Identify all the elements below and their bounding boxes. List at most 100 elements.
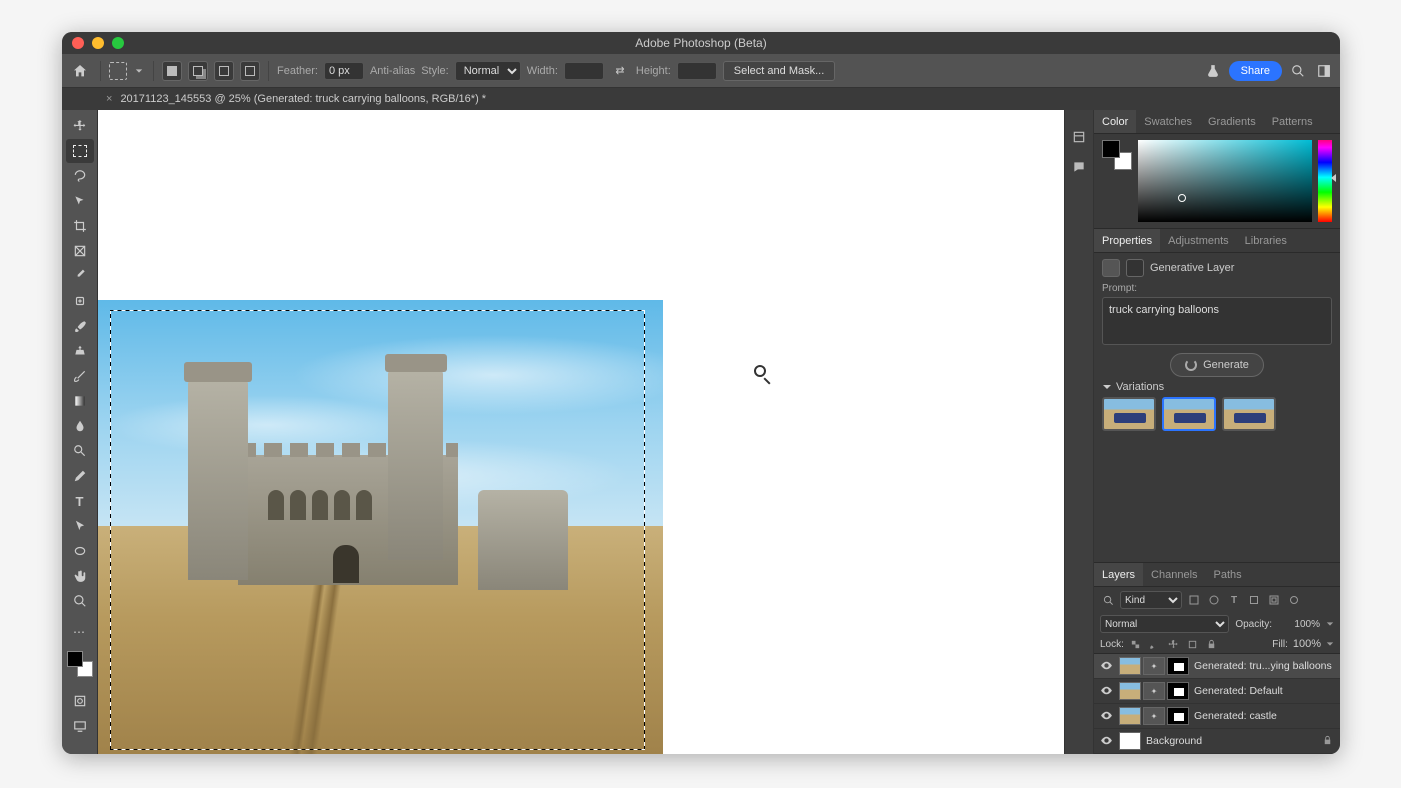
document-tabs: × 20171123_145553 @ 25% (Generated: truc… <box>62 88 1340 110</box>
layer-row[interactable]: ✦Generated: tru...ying balloons <box>1094 654 1340 679</box>
filter-smart-icon[interactable] <box>1266 592 1282 608</box>
foreground-background-colors[interactable] <box>67 651 93 677</box>
tab-patterns[interactable]: Patterns <box>1264 110 1321 133</box>
document-tab[interactable]: × 20171123_145553 @ 25% (Generated: truc… <box>96 93 496 105</box>
tool-preset-icon[interactable] <box>109 62 127 80</box>
filter-toggle[interactable] <box>1286 592 1302 608</box>
frame-tool[interactable] <box>66 239 94 263</box>
select-and-mask-button[interactable]: Select and Mask... <box>723 61 836 81</box>
brush-tool[interactable] <box>66 314 94 338</box>
lock-image-icon[interactable] <box>1148 637 1162 651</box>
quick-mask-toggle[interactable] <box>66 689 94 713</box>
tab-libraries[interactable]: Libraries <box>1237 229 1295 252</box>
history-brush-tool[interactable] <box>66 364 94 388</box>
filter-shape-icon[interactable] <box>1246 592 1262 608</box>
layer-row[interactable]: ✦Generated: castle <box>1094 704 1340 729</box>
filter-type-icon[interactable]: T <box>1226 592 1242 608</box>
fill-value[interactable]: 100% <box>1293 638 1321 650</box>
generate-label: Generate <box>1203 359 1249 371</box>
pen-tool[interactable] <box>66 464 94 488</box>
chevron-down-icon[interactable] <box>1326 620 1334 628</box>
filter-adjustment-icon[interactable] <box>1206 592 1222 608</box>
search-icon[interactable] <box>1100 592 1116 608</box>
shape-tool[interactable] <box>66 539 94 563</box>
variation-thumb[interactable] <box>1222 397 1276 431</box>
lock-artboard-icon[interactable] <box>1186 637 1200 651</box>
width-input <box>564 62 604 80</box>
marquee-tool[interactable] <box>66 139 94 163</box>
healing-brush-tool[interactable] <box>66 289 94 313</box>
height-input <box>677 62 717 80</box>
color-swatch-toggle[interactable] <box>1102 140 1132 170</box>
generate-button[interactable]: Generate <box>1170 353 1264 377</box>
zoom-tool[interactable] <box>66 589 94 613</box>
lock-transparency-icon[interactable] <box>1129 637 1143 651</box>
home-button[interactable] <box>68 59 92 83</box>
lasso-tool[interactable] <box>66 164 94 188</box>
layer-row[interactable]: ✦Generated: Default <box>1094 679 1340 704</box>
intersect-selection-button[interactable] <box>240 61 260 81</box>
tab-properties[interactable]: Properties <box>1094 229 1160 252</box>
workspace-icon[interactable] <box>1314 61 1334 81</box>
layer-thumbnail <box>1119 707 1141 725</box>
swap-dimensions-icon: ⇄ <box>610 61 630 81</box>
tab-color[interactable]: Color <box>1094 110 1136 133</box>
chevron-down-icon[interactable] <box>1326 640 1334 648</box>
quick-selection-tool[interactable] <box>66 189 94 213</box>
type-tool[interactable]: T <box>66 489 94 513</box>
close-window-button[interactable] <box>72 37 84 49</box>
canvas-area[interactable] <box>98 110 1064 754</box>
close-tab-icon[interactable]: × <box>106 93 112 105</box>
visibility-toggle-icon[interactable] <box>1100 709 1114 723</box>
clone-stamp-tool[interactable] <box>66 339 94 363</box>
dodge-tool[interactable] <box>66 439 94 463</box>
style-label: Style: <box>421 65 449 77</box>
tab-adjustments[interactable]: Adjustments <box>1160 229 1237 252</box>
tab-layers[interactable]: Layers <box>1094 563 1143 586</box>
layer-filter-icon: ✦ <box>1143 707 1165 725</box>
beaker-icon[interactable] <box>1203 61 1223 81</box>
style-select[interactable]: Normal <box>455 61 521 81</box>
layer-row[interactable]: Background <box>1094 729 1340 754</box>
tab-gradients[interactable]: Gradients <box>1200 110 1264 133</box>
blend-mode-select[interactable]: Normal <box>1100 615 1229 633</box>
search-icon[interactable] <box>1288 61 1308 81</box>
prompt-input[interactable]: truck carrying balloons <box>1102 297 1332 345</box>
share-button[interactable]: Share <box>1229 61 1282 81</box>
foreground-color-swatch[interactable] <box>67 651 83 667</box>
filter-type-select[interactable]: Kind <box>1120 591 1182 609</box>
variation-thumb[interactable] <box>1102 397 1156 431</box>
lock-position-icon[interactable] <box>1167 637 1181 651</box>
tool-preset-dropdown[interactable] <box>133 65 145 77</box>
opacity-value[interactable]: 100% <box>1278 619 1320 630</box>
lock-all-icon[interactable] <box>1205 637 1219 651</box>
variations-header[interactable]: Variations <box>1102 381 1332 393</box>
visibility-toggle-icon[interactable] <box>1100 734 1114 748</box>
add-selection-button[interactable] <box>188 61 208 81</box>
tab-channels[interactable]: Channels <box>1143 563 1205 586</box>
filter-pixel-icon[interactable] <box>1186 592 1202 608</box>
feather-input[interactable] <box>324 62 364 80</box>
collapsed-panel-icon[interactable] <box>1070 158 1088 176</box>
visibility-toggle-icon[interactable] <box>1100 684 1114 698</box>
gradient-tool[interactable] <box>66 389 94 413</box>
blur-tool[interactable] <box>66 414 94 438</box>
crop-tool[interactable] <box>66 214 94 238</box>
minimize-window-button[interactable] <box>92 37 104 49</box>
tab-swatches[interactable]: Swatches <box>1136 110 1200 133</box>
hue-slider[interactable] <box>1318 140 1332 222</box>
maximize-window-button[interactable] <box>112 37 124 49</box>
saturation-picker[interactable] <box>1138 140 1312 222</box>
subtract-selection-button[interactable] <box>214 61 234 81</box>
eyedropper-tool[interactable] <box>66 264 94 288</box>
visibility-toggle-icon[interactable] <box>1100 659 1114 673</box>
path-selection-tool[interactable] <box>66 514 94 538</box>
new-selection-button[interactable] <box>162 61 182 81</box>
collapsed-panel-icon[interactable] <box>1070 128 1088 146</box>
edit-toolbar-icon[interactable]: ⋯ <box>66 620 94 644</box>
screen-mode-toggle[interactable] <box>66 714 94 738</box>
tab-paths[interactable]: Paths <box>1206 563 1250 586</box>
variation-thumb[interactable] <box>1162 397 1216 431</box>
hand-tool[interactable] <box>66 564 94 588</box>
move-tool[interactable] <box>66 114 94 138</box>
